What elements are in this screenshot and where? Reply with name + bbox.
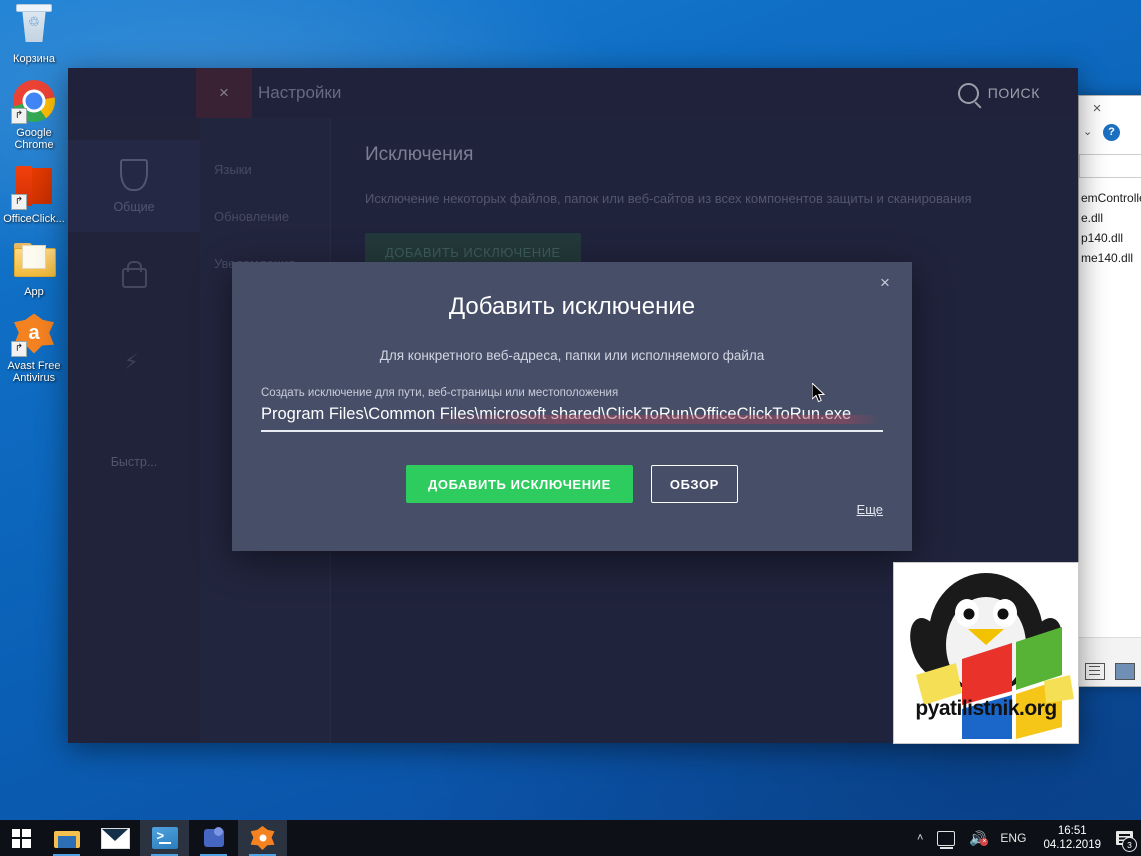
watermark-text: pyatilistnik.org [894, 697, 1078, 721]
lock-icon [122, 268, 147, 288]
path-field-wrapper [261, 405, 883, 432]
taskbar: ˄ 🔊× ENG 16:51 04.12.2019 3 [0, 820, 1141, 856]
submenu-item-languages[interactable]: Языки [200, 146, 330, 193]
taskbar-item-teams[interactable] [189, 820, 238, 856]
taskbar-item-mail[interactable] [91, 820, 140, 856]
shield-icon [120, 159, 148, 191]
chrome-icon: ↱ [11, 78, 57, 124]
explorer-titlebar: × [1079, 96, 1141, 122]
file-explorer-window[interactable]: × ⌄ ? ⌕ emControlle e.dll p140.dll me140… [1078, 95, 1141, 687]
desktop-icon-label: Google Chrome [1, 127, 67, 152]
desktop-icon-avast-free-antivirus[interactable]: a ↱ Avast Free Antivirus [0, 311, 68, 385]
windows-start-icon [12, 829, 31, 848]
close-icon[interactable]: × [870, 268, 900, 298]
tray-volume-button[interactable]: 🔊× [962, 820, 993, 856]
rail-item-label: Быстр... [111, 455, 158, 469]
path-field-label: Создать исключение для пути, веб-страниц… [261, 387, 912, 399]
avast-titlebar: × Настройки ПОИСК [68, 68, 1078, 118]
help-icon[interactable]: ? [1103, 124, 1120, 141]
avast-tray-icon [251, 826, 275, 850]
tray-clock[interactable]: 16:51 04.12.2019 [1033, 820, 1111, 856]
clock-time: 16:51 [1058, 824, 1087, 838]
powershell-icon [152, 827, 178, 849]
list-item[interactable]: e.dll [1081, 208, 1141, 228]
dialog-title: Добавить исключение [232, 293, 912, 321]
avast-category-rail: Общие Быстр... [68, 118, 200, 743]
settings-search-button[interactable]: ПОИСК [958, 68, 1040, 118]
rail-item-general[interactable]: Общие [68, 140, 200, 232]
shortcut-arrow-icon: ↱ [11, 341, 27, 357]
office-icon: ↱ [11, 164, 57, 210]
network-icon [937, 831, 955, 846]
path-input[interactable] [261, 405, 883, 432]
file-explorer-icon [54, 828, 80, 848]
desktop-icon-google-chrome[interactable]: ↱ Google Chrome [0, 78, 68, 152]
action-center-button[interactable]: 3 [1111, 820, 1137, 856]
volume-muted-icon: 🔊× [969, 831, 986, 846]
add-exception-dialog: × Добавить исключение Для конкретного ве… [232, 262, 912, 551]
search-label: ПОИСК [988, 85, 1040, 101]
explorer-file-list: emControlle e.dll p140.dll me140.dll [1079, 178, 1141, 268]
rail-item-label: Общие [113, 200, 154, 214]
rail-item-performance[interactable] [68, 324, 200, 416]
dialog-actions: ДОБАВИТЬ ИСКЛЮЧЕНИЕ ОБЗОР [232, 465, 912, 503]
desktop-icon-label: Корзина [13, 53, 55, 66]
desktop-icon-app-folder[interactable]: App [0, 237, 68, 299]
list-item[interactable]: me140.dll [1081, 248, 1141, 268]
desktop-icon-label: OfficeClick... [3, 213, 65, 226]
desktop-screen: Корзина ↱ Google Chrome ↱ OfficeClick... [0, 0, 1141, 856]
tray-network-button[interactable] [930, 820, 962, 856]
large-icons-view-icon[interactable] [1115, 663, 1135, 680]
more-link[interactable]: Еще [857, 502, 883, 517]
rail-item-speedup[interactable]: Быстр... [68, 416, 200, 508]
chevron-up-icon: ˄ [917, 832, 923, 844]
desktop-icon-label: Avast Free Antivirus [1, 360, 67, 385]
shortcut-arrow-icon: ↱ [11, 194, 27, 210]
list-item[interactable]: emControlle [1081, 188, 1141, 208]
tray-language-button[interactable]: ENG [993, 820, 1033, 856]
notification-badge: 3 [1122, 837, 1137, 852]
desktop-icon-label: App [24, 286, 44, 299]
tray-expand-button[interactable]: ˄ [910, 820, 930, 856]
search-icon [958, 83, 979, 104]
close-icon[interactable]: × [196, 68, 252, 118]
start-button[interactable] [0, 820, 42, 856]
clock-date: 04.12.2019 [1043, 838, 1101, 852]
list-item[interactable]: p140.dll [1081, 228, 1141, 248]
desktop-icon-recycle-bin[interactable]: Корзина [0, 4, 68, 66]
mail-icon [101, 828, 130, 849]
chevron-down-icon[interactable]: ⌄ [1083, 125, 1092, 138]
content-heading: Исключения [365, 144, 1044, 166]
window-title: Настройки [258, 68, 341, 118]
recycle-bin-icon [11, 4, 57, 50]
rail-item-protection[interactable] [68, 232, 200, 324]
shortcut-arrow-icon: ↱ [11, 108, 27, 124]
close-icon[interactable]: × [1085, 101, 1109, 117]
explorer-ribbon-row: ⌄ ? [1079, 122, 1141, 148]
teams-icon [202, 827, 226, 849]
taskbar-item-avast[interactable] [238, 820, 287, 856]
desktop-icon-list: Корзина ↱ Google Chrome ↱ OfficeClick... [0, 4, 68, 397]
explorer-view-toggles [1085, 663, 1135, 680]
submenu-item-update[interactable]: Обновление [200, 193, 330, 240]
content-description: Исключение некоторых файлов, папок или в… [365, 188, 985, 209]
desktop-icon-officeclicktorun[interactable]: ↱ OfficeClick... [0, 164, 68, 226]
taskbar-item-powershell[interactable] [140, 820, 189, 856]
explorer-search-input[interactable]: ⌕ [1079, 154, 1141, 178]
avast-icon: a ↱ [11, 311, 57, 357]
explorer-statusbar: ❯ [1079, 637, 1141, 686]
taskbar-item-file-explorer[interactable] [42, 820, 91, 856]
browse-button[interactable]: ОБЗОР [651, 465, 738, 503]
folder-icon [11, 237, 57, 283]
system-tray: ˄ 🔊× ENG 16:51 04.12.2019 3 [910, 820, 1141, 856]
dialog-subtitle: Для конкретного веб-адреса, папки или ис… [232, 348, 912, 363]
details-view-icon[interactable] [1085, 663, 1105, 680]
add-exception-submit-button[interactable]: ДОБАВИТЬ ИСКЛЮЧЕНИЕ [406, 465, 633, 503]
bolt-icon [124, 354, 144, 378]
site-watermark: pyatilistnik.org [893, 562, 1079, 744]
